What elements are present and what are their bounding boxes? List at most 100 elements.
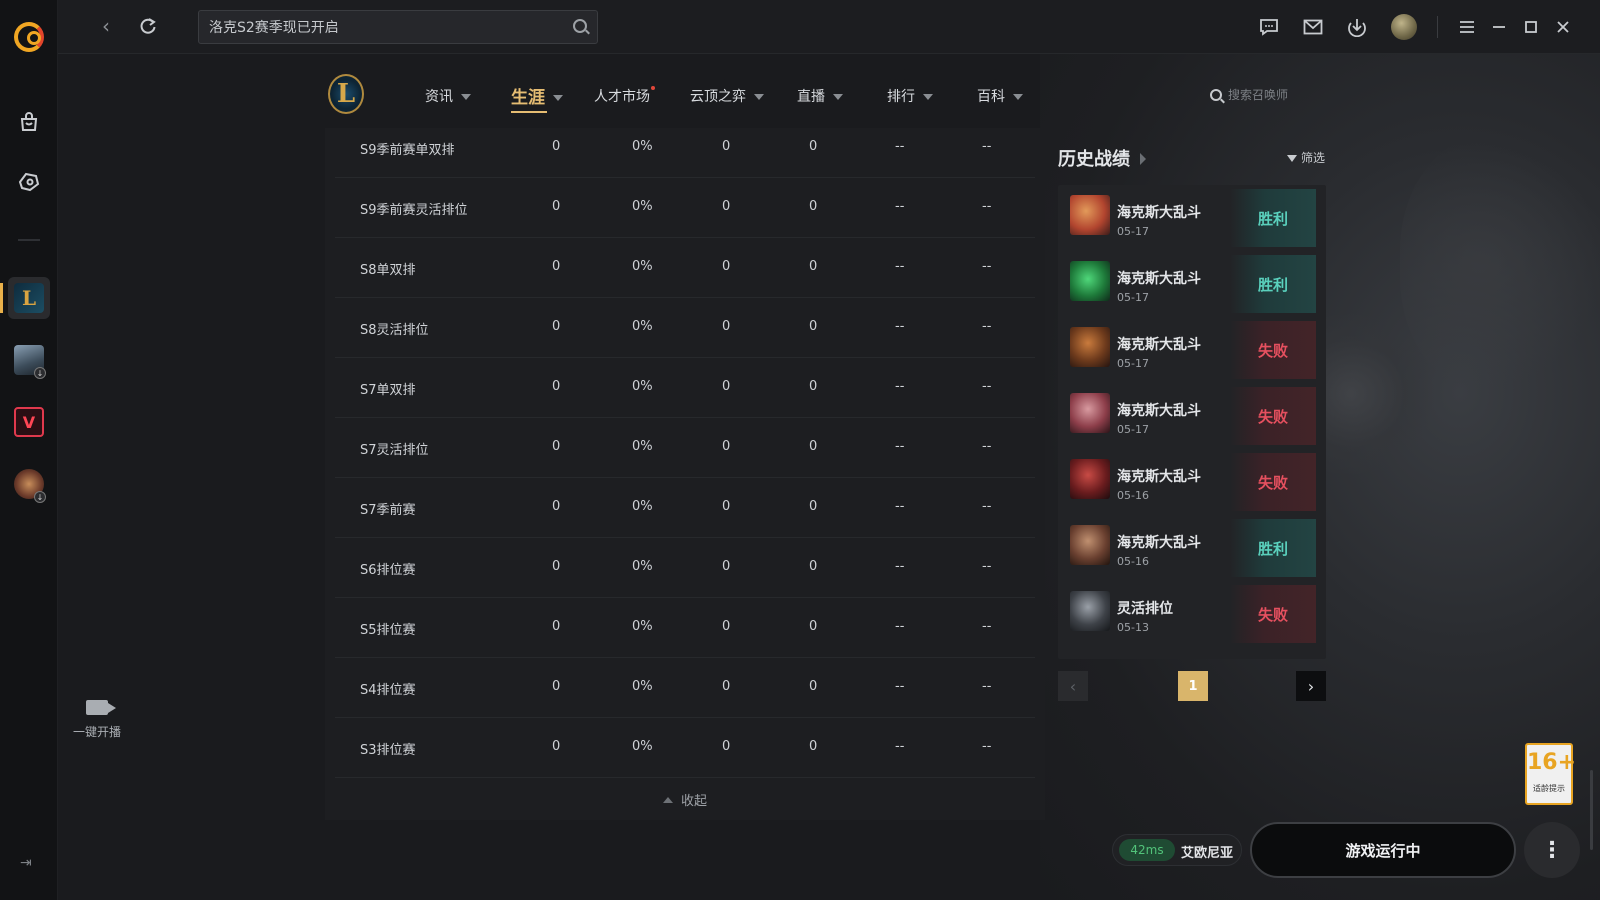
- game-tile-valorant[interactable]: V: [8, 401, 50, 443]
- pager-next-icon[interactable]: ›: [1296, 671, 1326, 701]
- champion-avatar: [1070, 261, 1110, 301]
- stat-cell: 0: [809, 439, 818, 454]
- match-item[interactable]: 海克斯大乱斗 05-16 胜利: [1070, 515, 1316, 577]
- stat-cell: 0: [809, 499, 818, 514]
- nav-ranking[interactable]: 排行: [887, 86, 933, 106]
- stat-cell: --: [895, 319, 905, 334]
- match-history-title[interactable]: 历史战绩: [1058, 145, 1146, 171]
- nav-career-label: 生涯: [511, 88, 545, 108]
- stat-cell: 0: [722, 679, 731, 694]
- nav-wiki[interactable]: 百科: [977, 86, 1023, 106]
- user-avatar[interactable]: [1391, 14, 1417, 40]
- more-options-icon[interactable]: ⋮: [1524, 822, 1580, 878]
- chevron-right-icon: [1140, 153, 1146, 165]
- match-result-loss: 失败: [1230, 585, 1316, 643]
- summoner-search[interactable]: 搜索召唤师: [1210, 86, 1288, 103]
- game-running-button[interactable]: 游戏运行中: [1250, 822, 1516, 878]
- one-click-live-button[interactable]: 一键开播: [62, 700, 132, 740]
- chat-icon[interactable]: [1258, 16, 1280, 38]
- stat-cell: 0: [552, 559, 561, 574]
- game-library-icon[interactable]: [13, 166, 45, 198]
- match-date: 05-17: [1117, 423, 1149, 436]
- pager-prev-icon[interactable]: ‹: [1058, 671, 1088, 701]
- server-status[interactable]: 42ms 艾欧尼亚: [1112, 834, 1242, 866]
- camera-icon: [86, 700, 116, 715]
- match-item[interactable]: 海克斯大乱斗 05-17 胜利: [1070, 251, 1316, 313]
- match-date: 05-13: [1117, 621, 1149, 634]
- pager-page-current[interactable]: 1: [1178, 671, 1208, 701]
- match-item[interactable]: 海克斯大乱斗 05-17 失败: [1070, 317, 1316, 379]
- lol-logo[interactable]: L: [328, 74, 364, 114]
- back-icon[interactable]: ‹: [94, 14, 118, 38]
- match-mode: 海克斯大乱斗: [1117, 469, 1201, 485]
- stat-cell: --: [895, 139, 905, 154]
- download-manager-icon[interactable]: [1346, 16, 1368, 38]
- store-bag-icon[interactable]: [13, 106, 45, 138]
- nav-ranking-label: 排行: [887, 89, 915, 105]
- valorant-icon: V: [14, 407, 44, 437]
- nav-news-label: 资讯: [425, 89, 453, 105]
- match-mode: 海克斯大乱斗: [1117, 271, 1201, 287]
- nav-career[interactable]: 生涯: [511, 83, 563, 113]
- stat-cell: 0%: [632, 379, 653, 394]
- season-name-cell: S9季前赛单双排: [360, 143, 455, 158]
- nav-tft[interactable]: 云顶之弈: [690, 86, 764, 106]
- game-tile-4[interactable]: ↓: [8, 463, 50, 505]
- game-tile-lol[interactable]: L: [8, 277, 50, 319]
- chevron-down-icon: [553, 95, 563, 101]
- champion-avatar: [1070, 327, 1110, 367]
- table-row: S7季前赛 0 0% 0 0 -- --: [335, 478, 1035, 538]
- table-row: S5排位赛 0 0% 0 0 -- --: [335, 598, 1035, 658]
- menu-icon[interactable]: [1456, 16, 1478, 38]
- match-item[interactable]: 海克斯大乱斗 05-17 失败: [1070, 383, 1316, 445]
- global-search[interactable]: [198, 10, 598, 44]
- match-item[interactable]: 灵活排位 05-13 失败: [1070, 581, 1316, 643]
- scrollbar[interactable]: [1590, 770, 1593, 850]
- close-icon[interactable]: [1552, 16, 1574, 38]
- stat-cell: --: [895, 739, 905, 754]
- summoner-search-placeholder: 搜索召唤师: [1228, 88, 1289, 102]
- live-label: 一键开播: [72, 725, 121, 739]
- match-mode: 灵活排位: [1117, 601, 1173, 617]
- stat-cell: 0: [552, 679, 561, 694]
- stat-cell: --: [982, 199, 992, 214]
- stat-cell: 0%: [632, 139, 653, 154]
- match-item[interactable]: 海克斯大乱斗 05-16 失败: [1070, 449, 1316, 511]
- stat-cell: 0: [722, 739, 731, 754]
- game-tile-2[interactable]: ↓: [8, 339, 50, 381]
- wegame-logo-icon[interactable]: [14, 22, 44, 52]
- champion-avatar: [1070, 195, 1110, 235]
- refresh-icon[interactable]: [136, 14, 160, 38]
- stat-cell: 0: [809, 679, 818, 694]
- stat-cell: --: [895, 619, 905, 634]
- search-icon[interactable]: [573, 19, 587, 33]
- topbar-separator: [1437, 16, 1438, 38]
- stat-cell: 0: [552, 439, 561, 454]
- minimize-icon[interactable]: [1488, 16, 1510, 38]
- stat-cell: 0%: [632, 439, 653, 454]
- match-item[interactable]: 海克斯大乱斗 05-17 胜利: [1070, 185, 1316, 247]
- nav-live[interactable]: 直播: [797, 86, 843, 106]
- mail-icon[interactable]: [1302, 16, 1324, 38]
- collapse-rail-icon[interactable]: ⇥: [20, 855, 32, 871]
- global-search-input[interactable]: [209, 17, 549, 37]
- stat-cell: 0: [722, 439, 731, 454]
- nav-news[interactable]: 资讯: [425, 86, 471, 106]
- filter-button[interactable]: 筛选: [1287, 149, 1325, 166]
- season-name-cell: S7灵活排位: [360, 443, 429, 458]
- nav-talent-market[interactable]: 人才市场: [594, 86, 655, 106]
- stat-cell: 0: [552, 199, 561, 214]
- stat-cell: 0%: [632, 739, 653, 754]
- champion-avatar: [1070, 393, 1110, 433]
- collapse-button[interactable]: 收起: [663, 790, 707, 809]
- stat-cell: --: [895, 499, 905, 514]
- ping-value: 42ms: [1119, 839, 1175, 861]
- maximize-icon[interactable]: [1520, 16, 1542, 38]
- match-mode: 海克斯大乱斗: [1117, 205, 1201, 221]
- stat-cell: 0: [552, 379, 561, 394]
- match-result-loss: 失败: [1230, 387, 1316, 445]
- stat-cell: 0: [722, 619, 731, 634]
- stat-cell: 0: [809, 559, 818, 574]
- stat-cell: 0: [809, 379, 818, 394]
- stat-cell: 0%: [632, 499, 653, 514]
